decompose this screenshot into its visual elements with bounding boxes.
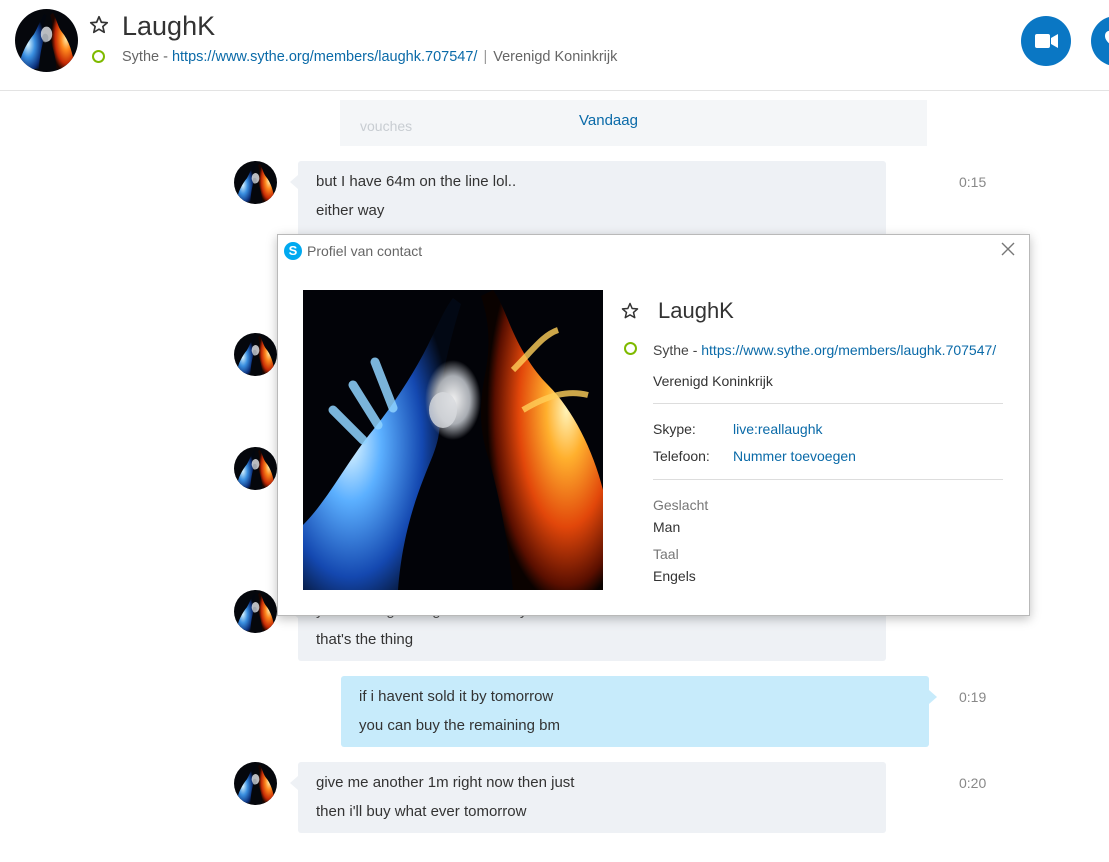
gender-value: Man [653, 519, 681, 535]
favorite-star-icon[interactable] [620, 301, 640, 321]
profile-picture [303, 290, 603, 590]
contact-avatar[interactable] [15, 9, 78, 72]
divider [653, 479, 1003, 480]
faded-text: vouches [360, 118, 413, 134]
message-line: but I have 64m on the line lol.. [316, 173, 517, 190]
message-line: that's the thing [316, 631, 414, 648]
conversation-header: LaughK Sythe - https://www.sythe.org/mem… [0, 0, 1109, 91]
close-icon[interactable] [1000, 241, 1016, 257]
message-line: if i havent sold it by tomorrow [359, 688, 554, 705]
message-avatar[interactable] [234, 590, 277, 633]
video-camera-icon [1035, 34, 1058, 48]
online-status-icon [624, 342, 637, 355]
gender-label: Geslacht [653, 497, 709, 513]
favorite-button[interactable] [1091, 16, 1109, 66]
outgoing-message-bubble[interactable]: if i havent sold it by tomorrow you can … [341, 676, 937, 747]
dialog-title: Profiel van contact [307, 243, 423, 259]
video-call-button[interactable] [1021, 16, 1071, 66]
skype-logo-icon: S [284, 242, 302, 260]
contact-profile-dialog: S Profiel van contact LaughK Sythe - htt… [277, 234, 1030, 616]
message-line: either way [316, 202, 385, 219]
message-bubble[interactable]: give me another 1m right now then just t… [290, 762, 886, 833]
message-time: 0:19 [959, 689, 987, 705]
mood-prefix: Sythe - [122, 49, 172, 65]
message-time: 0:20 [959, 775, 987, 791]
skype-id-link[interactable]: live:reallaughk [733, 421, 823, 437]
phone-label: Telefoon: [653, 448, 710, 464]
contact-name[interactable]: LaughK [122, 11, 215, 42]
message-avatar[interactable] [234, 762, 277, 805]
profile-mood-link[interactable]: https://www.sythe.org/members/laughk.707… [701, 342, 996, 358]
language-value: Engels [653, 568, 696, 584]
add-phone-link[interactable]: Nummer toevoegen [733, 448, 856, 464]
language-label: Taal [653, 546, 679, 562]
profile-mood-prefix: Sythe - [653, 342, 702, 358]
online-status-icon [92, 50, 105, 63]
message-bubble[interactable]: but I have 64m on the line lol.. either … [290, 161, 886, 241]
profile-country: Verenigd Koninkrijk [653, 373, 773, 389]
skype-label: Skype: [653, 421, 696, 437]
message-line: you can buy the remaining bm [359, 717, 560, 734]
mood-link[interactable]: https://www.sythe.org/members/laughk.707… [172, 49, 477, 65]
profile-mood: Sythe - https://www.sythe.org/members/la… [653, 342, 996, 358]
message-avatar[interactable] [234, 333, 277, 376]
message-avatar[interactable] [234, 161, 277, 204]
mood-message: Sythe - https://www.sythe.org/members/la… [122, 49, 617, 65]
mood-separator: | [483, 49, 488, 65]
profile-name: LaughK [658, 298, 734, 323]
favorite-star-icon[interactable] [88, 14, 110, 36]
message-line: then i'll buy what ever tomorrow [316, 803, 527, 820]
message-avatar[interactable] [234, 447, 277, 490]
divider [653, 403, 1003, 404]
contact-location: Verenigd Koninkrijk [493, 49, 618, 65]
message-line: give me another 1m right now then just [316, 774, 575, 791]
date-divider: Vandaag [579, 112, 638, 129]
heart-icon [1105, 30, 1109, 44]
message-time: 0:15 [959, 174, 987, 190]
